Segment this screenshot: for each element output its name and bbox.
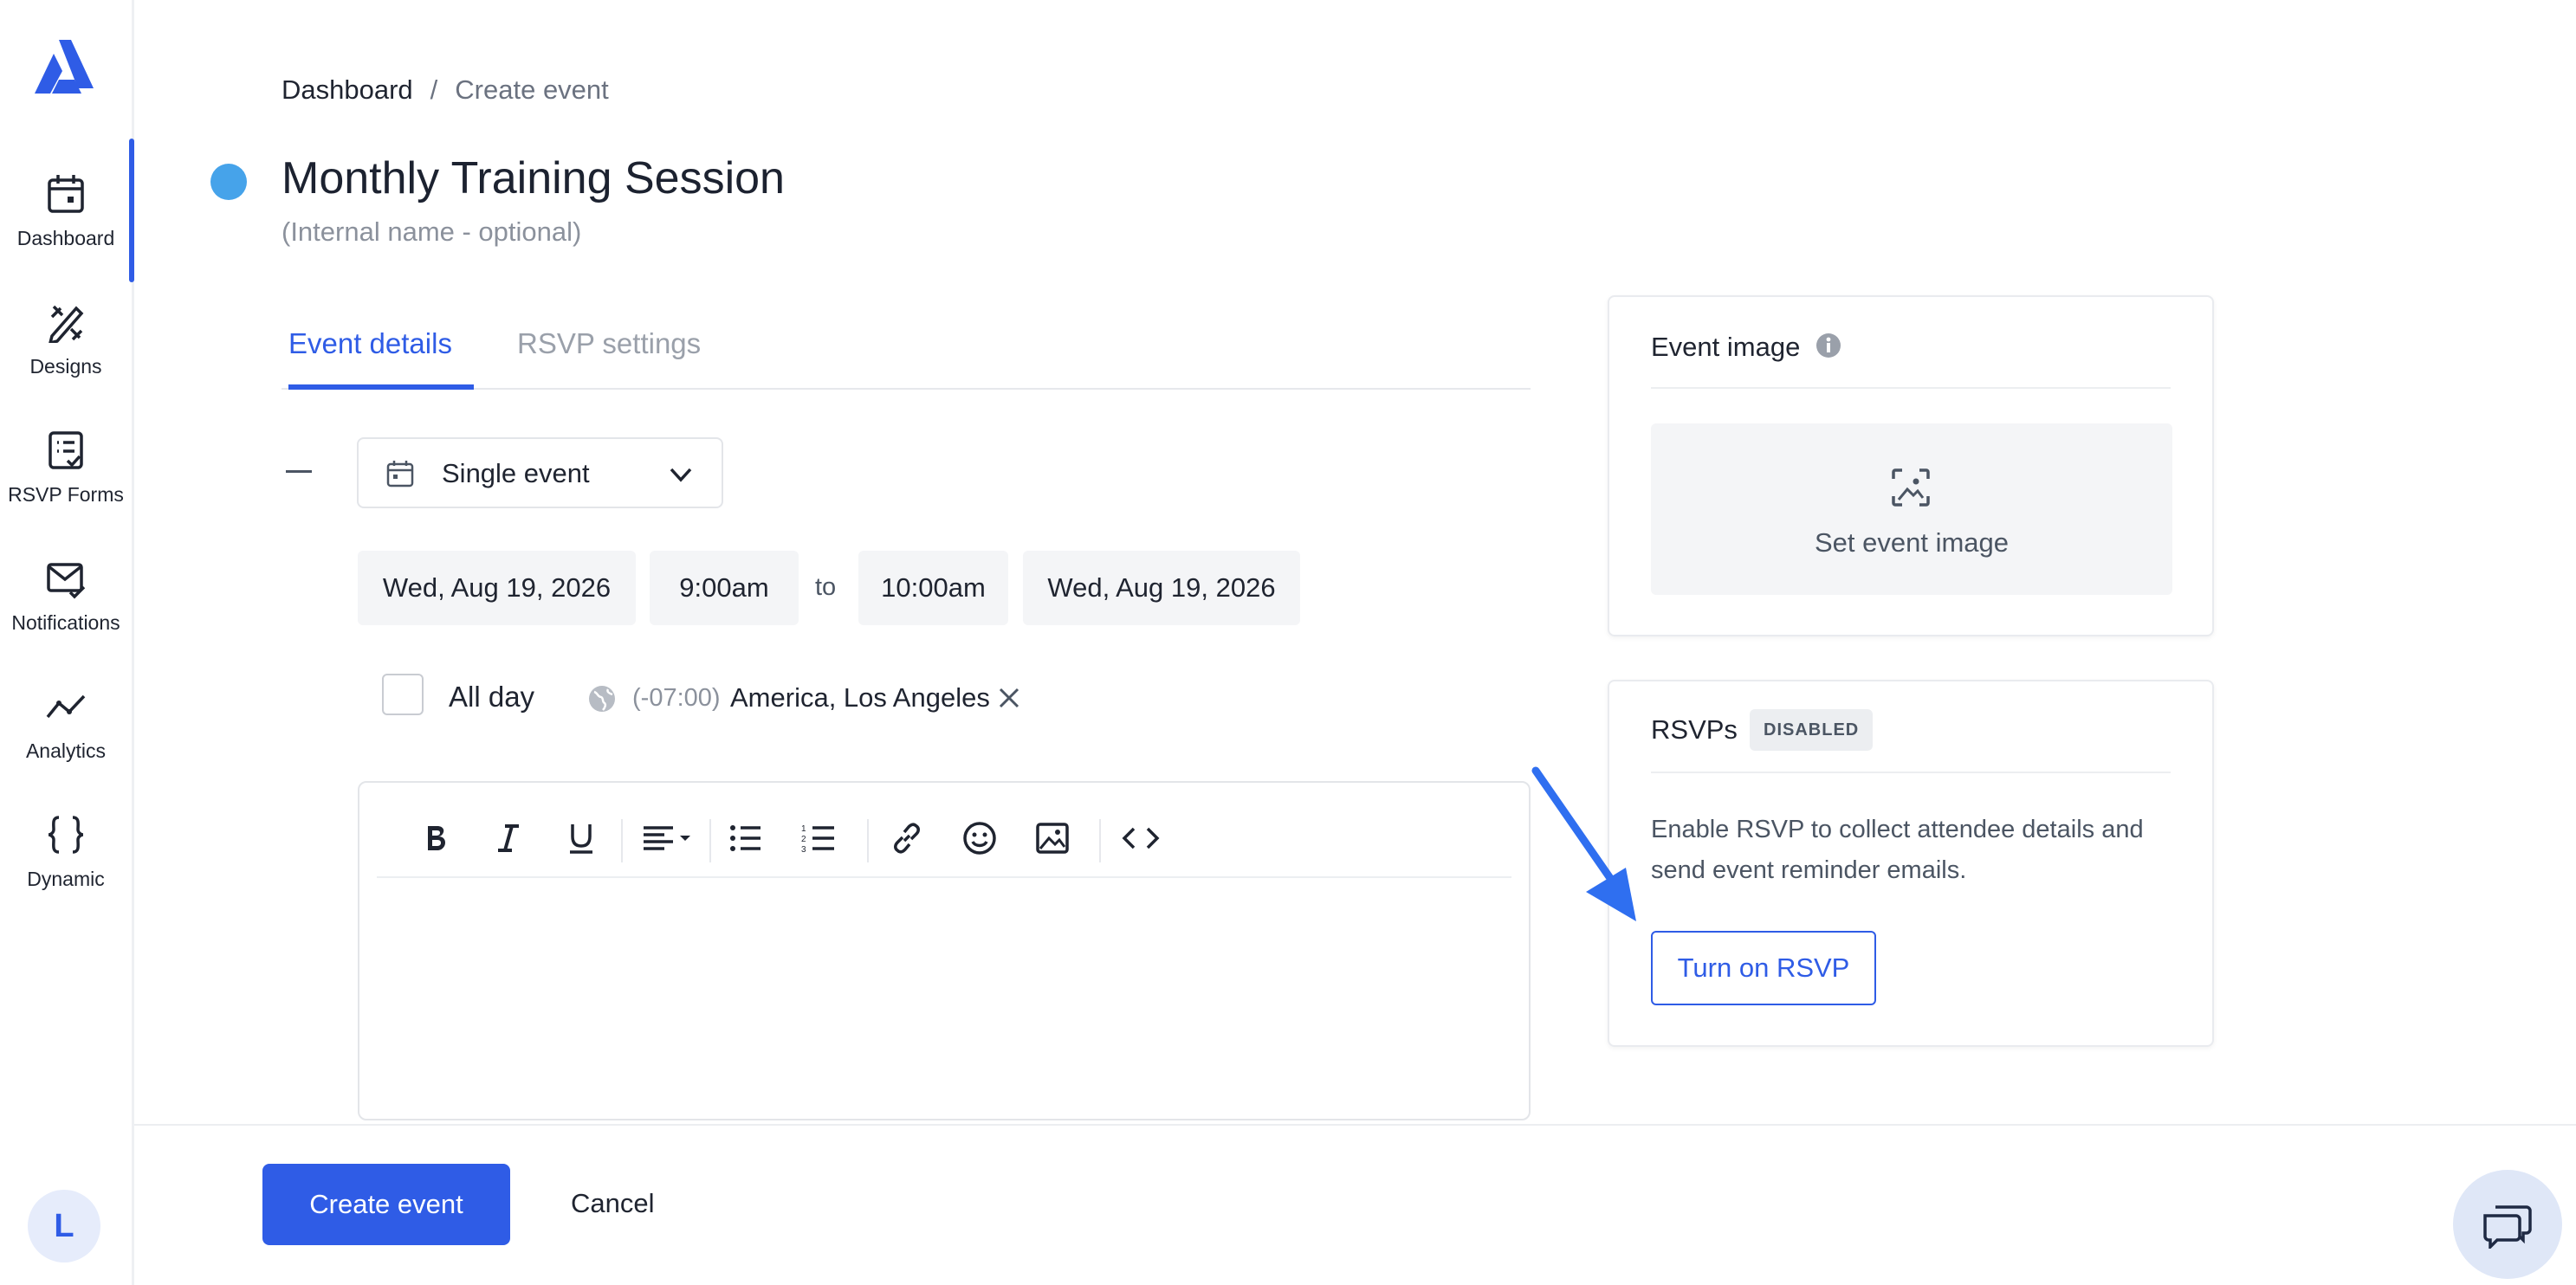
sidebar-item-analytics[interactable]: Analytics	[0, 686, 132, 798]
pointer-arrow-icon	[1531, 766, 1636, 921]
link-icon[interactable]	[886, 817, 928, 859]
calendar-icon	[48, 175, 84, 213]
sidebar-item-notifications[interactable]: Notifications	[0, 558, 132, 670]
chat-support-button[interactable]	[2453, 1170, 2562, 1279]
active-nav-indicator	[129, 139, 134, 282]
divider	[1651, 772, 2171, 773]
emoji-icon[interactable]	[959, 817, 1000, 859]
svg-text:2: 2	[801, 835, 806, 844]
sidebar-item-label: Dynamic	[27, 868, 105, 890]
sidebar-item-label: Notifications	[11, 611, 120, 634]
breadcrumb-separator: /	[430, 74, 438, 105]
sidebar-item-label: Analytics	[25, 739, 107, 762]
svg-text:1: 1	[801, 824, 806, 834]
rsvps-card: RSVPs DISABLED Enable RSVP to collect at…	[1608, 680, 2214, 1047]
toolbar-divider	[709, 819, 711, 862]
breadcrumb-root[interactable]: Dashboard	[282, 74, 413, 105]
sidebar-item-designs[interactable]: Designs	[0, 301, 132, 414]
all-day-label: All day	[449, 681, 535, 713]
end-date-picker[interactable]: Wed, Aug 19, 2026	[1023, 551, 1300, 625]
all-day-checkbox[interactable]	[382, 674, 424, 715]
italic-icon[interactable]	[488, 817, 529, 859]
form-check-icon	[49, 431, 83, 469]
status-badge: DISABLED	[1750, 709, 1874, 751]
info-icon[interactable]	[1815, 333, 1841, 358]
chat-icon	[2483, 1205, 2532, 1249]
sidebar-item-dashboard[interactable]: Dashboard	[0, 173, 132, 286]
to-label: to	[815, 573, 837, 601]
rsvp-description: Enable RSVP to collect attendee details …	[1651, 816, 2144, 884]
underline-icon[interactable]	[560, 817, 602, 859]
calendar-icon	[386, 461, 414, 488]
sidebar-item-label: Designs	[29, 355, 102, 378]
code-icon[interactable]	[1120, 817, 1162, 859]
rsvps-title: RSVPs	[1651, 714, 1738, 745]
toolbar-divider	[621, 819, 623, 862]
mail-check-icon	[47, 563, 86, 599]
event-image-title: Event image	[1651, 332, 1801, 362]
breadcrumb: Dashboard / Create event	[282, 74, 609, 106]
internal-name-field[interactable]: (Internal name - optional)	[282, 216, 581, 248]
timezone-select[interactable]: America, Los Angeles	[730, 682, 990, 714]
tab-bar: Event details RSVP settings	[282, 317, 1531, 390]
collapse-minus-icon[interactable]	[286, 470, 312, 473]
page-title[interactable]: Monthly Training Session	[282, 152, 785, 204]
sidebar-item-dynamic[interactable]: Dynamic	[0, 814, 132, 927]
globe-icon	[589, 686, 615, 712]
create-event-button[interactable]: Create event	[262, 1164, 510, 1245]
add-image-icon	[1892, 468, 1930, 507]
event-type-select[interactable]: Single event	[357, 437, 723, 508]
sidebar-item-rsvp-forms[interactable]: RSVP Forms	[0, 429, 132, 542]
set-event-image-button[interactable]: Set event image	[1651, 423, 2172, 595]
set-event-image-label: Set event image	[1814, 527, 2010, 558]
start-date-picker[interactable]: Wed, Aug 19, 2026	[358, 551, 636, 625]
image-icon[interactable]	[1032, 817, 1073, 859]
chevron-down-icon	[670, 468, 692, 482]
toolbar-divider	[867, 819, 869, 862]
app-logo-icon[interactable]	[33, 38, 95, 95]
sidebar-item-label: Dashboard	[16, 227, 115, 249]
cancel-button[interactable]: Cancel	[571, 1188, 655, 1219]
trend-line-icon	[46, 694, 86, 719]
curly-braces-icon	[48, 816, 84, 854]
tab-event-details[interactable]: Event details	[288, 327, 474, 390]
numbered-list-icon[interactable]: 123	[798, 817, 839, 859]
close-icon[interactable]	[996, 685, 1022, 711]
align-icon[interactable]	[638, 817, 699, 859]
footer-bar: Create event Cancel	[134, 1124, 2576, 1285]
svg-text:3: 3	[801, 845, 806, 854]
sidebar-item-label: RSVP Forms	[8, 483, 124, 506]
breadcrumb-current: Create event	[455, 74, 609, 105]
sidebar: Dashboard Designs RSVP Forms Notificatio…	[0, 0, 134, 1285]
editor-toolbar: 123	[377, 800, 1511, 878]
start-time-picker[interactable]: 9:00am	[650, 551, 799, 625]
event-image-card: Event image Set event image	[1608, 295, 2214, 636]
design-tools-icon	[49, 305, 84, 343]
timezone-offset: (-07:00)	[632, 684, 721, 712]
bullet-list-icon[interactable]	[725, 817, 767, 859]
divider	[1651, 387, 2171, 389]
event-color-dot[interactable]	[210, 164, 247, 200]
tab-rsvp-settings[interactable]: RSVP settings	[517, 327, 701, 360]
bold-icon[interactable]	[415, 817, 456, 859]
turn-on-rsvp-button[interactable]: Turn on RSVP	[1651, 931, 1876, 1005]
event-type-value: Single event	[442, 458, 590, 488]
toolbar-divider	[1099, 819, 1101, 862]
description-editor[interactable]: 123	[358, 781, 1531, 1120]
end-time-picker[interactable]: 10:00am	[858, 551, 1008, 625]
avatar[interactable]: L	[28, 1190, 100, 1262]
